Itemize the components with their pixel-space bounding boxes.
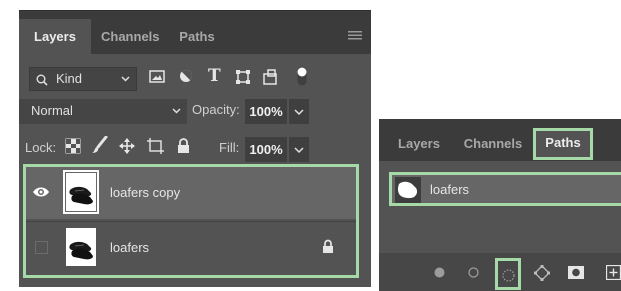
- panel-menu-icon[interactable]: [348, 31, 362, 40]
- path-row-loafers[interactable]: loafers: [389, 172, 621, 206]
- search-icon: [36, 74, 48, 86]
- loafers-path-shape: [397, 181, 418, 199]
- filter-kind-select[interactable]: Kind: [29, 67, 137, 91]
- panel-top-border: [19, 10, 371, 11]
- chevron-down-icon: [121, 76, 130, 82]
- lock-image-pixels-icon[interactable]: [92, 136, 108, 154]
- svg-text:T: T: [208, 66, 221, 83]
- new-path-icon[interactable]: [606, 265, 621, 280]
- eye-icon[interactable]: [32, 185, 50, 199]
- lock-transparent-pixels-icon[interactable]: [65, 138, 81, 154]
- tab-channels[interactable]: Channels: [457, 129, 529, 159]
- fill-label: Fill:: [219, 140, 240, 155]
- opacity-label: Opacity:: [192, 102, 240, 117]
- filter-toggle-icon[interactable]: [297, 66, 307, 86]
- chevron-down-icon: [294, 147, 304, 154]
- loafers-thumbnail-image: [69, 241, 93, 260]
- tab-layers[interactable]: Layers: [19, 19, 91, 54]
- layers-list: loafers copy loafers: [23, 164, 359, 278]
- chevron-down-icon: [294, 109, 304, 116]
- layer-row-loafers[interactable]: loafers: [26, 221, 356, 274]
- pixel-layer-filter-icon[interactable]: [149, 69, 165, 83]
- layer-row-loafers-copy[interactable]: loafers copy: [26, 167, 356, 219]
- lock-all-icon[interactable]: [177, 138, 190, 154]
- shape-layer-filter-icon[interactable]: [235, 69, 251, 85]
- filter-kind-label: Kind: [56, 71, 83, 86]
- layer-lock-icon: [322, 239, 334, 254]
- layers-panel-tab-bar: Layers Channels Paths: [19, 10, 371, 54]
- fill-input[interactable]: 100%: [245, 137, 287, 162]
- smart-object-filter-icon[interactable]: [263, 69, 277, 85]
- load-selection-icon: [502, 269, 515, 282]
- tab-channels[interactable]: Channels: [91, 19, 169, 54]
- load-selection-button[interactable]: [495, 258, 521, 290]
- layer-thumbnail[interactable]: [63, 170, 99, 214]
- stroke-path-icon[interactable]: [468, 267, 479, 278]
- layer-name[interactable]: loafers: [110, 240, 149, 255]
- fill-slider-toggle[interactable]: [289, 137, 309, 162]
- fill-path-icon[interactable]: [434, 267, 445, 278]
- layers-panel: Layers Channels Paths Kind T Normal Opac…: [19, 10, 371, 287]
- opacity-slider-toggle[interactable]: [289, 99, 309, 124]
- lock-artboard-icon[interactable]: [147, 138, 165, 154]
- path-thumbnail[interactable]: [395, 177, 421, 203]
- lock-position-icon[interactable]: [119, 138, 135, 154]
- tab-paths[interactable]: Paths: [533, 128, 593, 160]
- path-name[interactable]: loafers: [430, 182, 469, 197]
- paths-panel-footer: [379, 253, 621, 291]
- layer-name[interactable]: loafers copy: [110, 185, 180, 200]
- opacity-input[interactable]: 100%: [245, 99, 287, 124]
- visibility-toggle-empty[interactable]: [35, 241, 48, 254]
- tab-paths[interactable]: Paths: [169, 19, 225, 54]
- paths-panel: Layers Channels Paths loafers: [379, 119, 621, 291]
- blend-mode-value: Normal: [31, 103, 73, 118]
- blend-mode-select[interactable]: Normal: [19, 99, 187, 124]
- type-layer-filter-icon[interactable]: T: [207, 66, 223, 83]
- lock-label: Lock:: [25, 140, 57, 155]
- chevron-down-icon: [172, 108, 181, 114]
- paths-panel-tab-bar: Layers Channels Paths: [379, 119, 621, 161]
- adjustment-layer-filter-icon[interactable]: [179, 69, 193, 83]
- layer-thumbnail[interactable]: [66, 228, 96, 266]
- make-work-path-icon[interactable]: [534, 265, 550, 281]
- add-mask-icon[interactable]: [568, 266, 584, 279]
- tab-layers[interactable]: Layers: [387, 129, 451, 159]
- loafers-thumbnail-image: [69, 186, 93, 205]
